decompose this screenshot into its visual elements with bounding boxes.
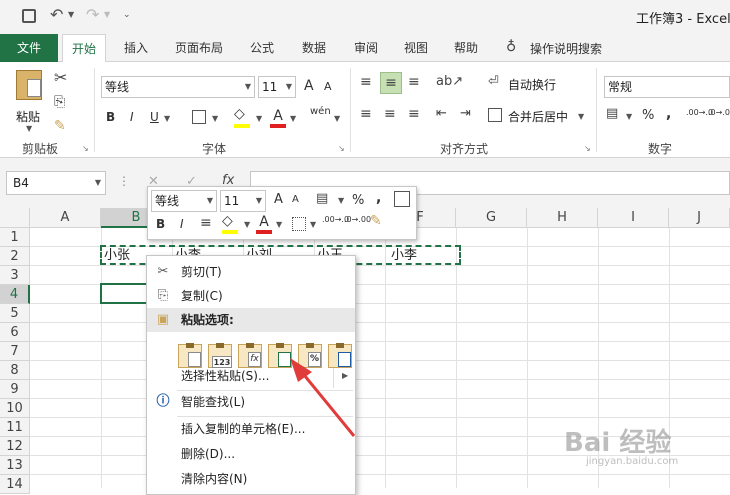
watermark-logo: Bai 经验 [564,428,672,458]
watermark: Bai 经验 jingyan.baidu.com [560,418,730,478]
watermark-url: jingyan.baidu.com [586,456,679,467]
annotation-arrow [290,358,356,437]
